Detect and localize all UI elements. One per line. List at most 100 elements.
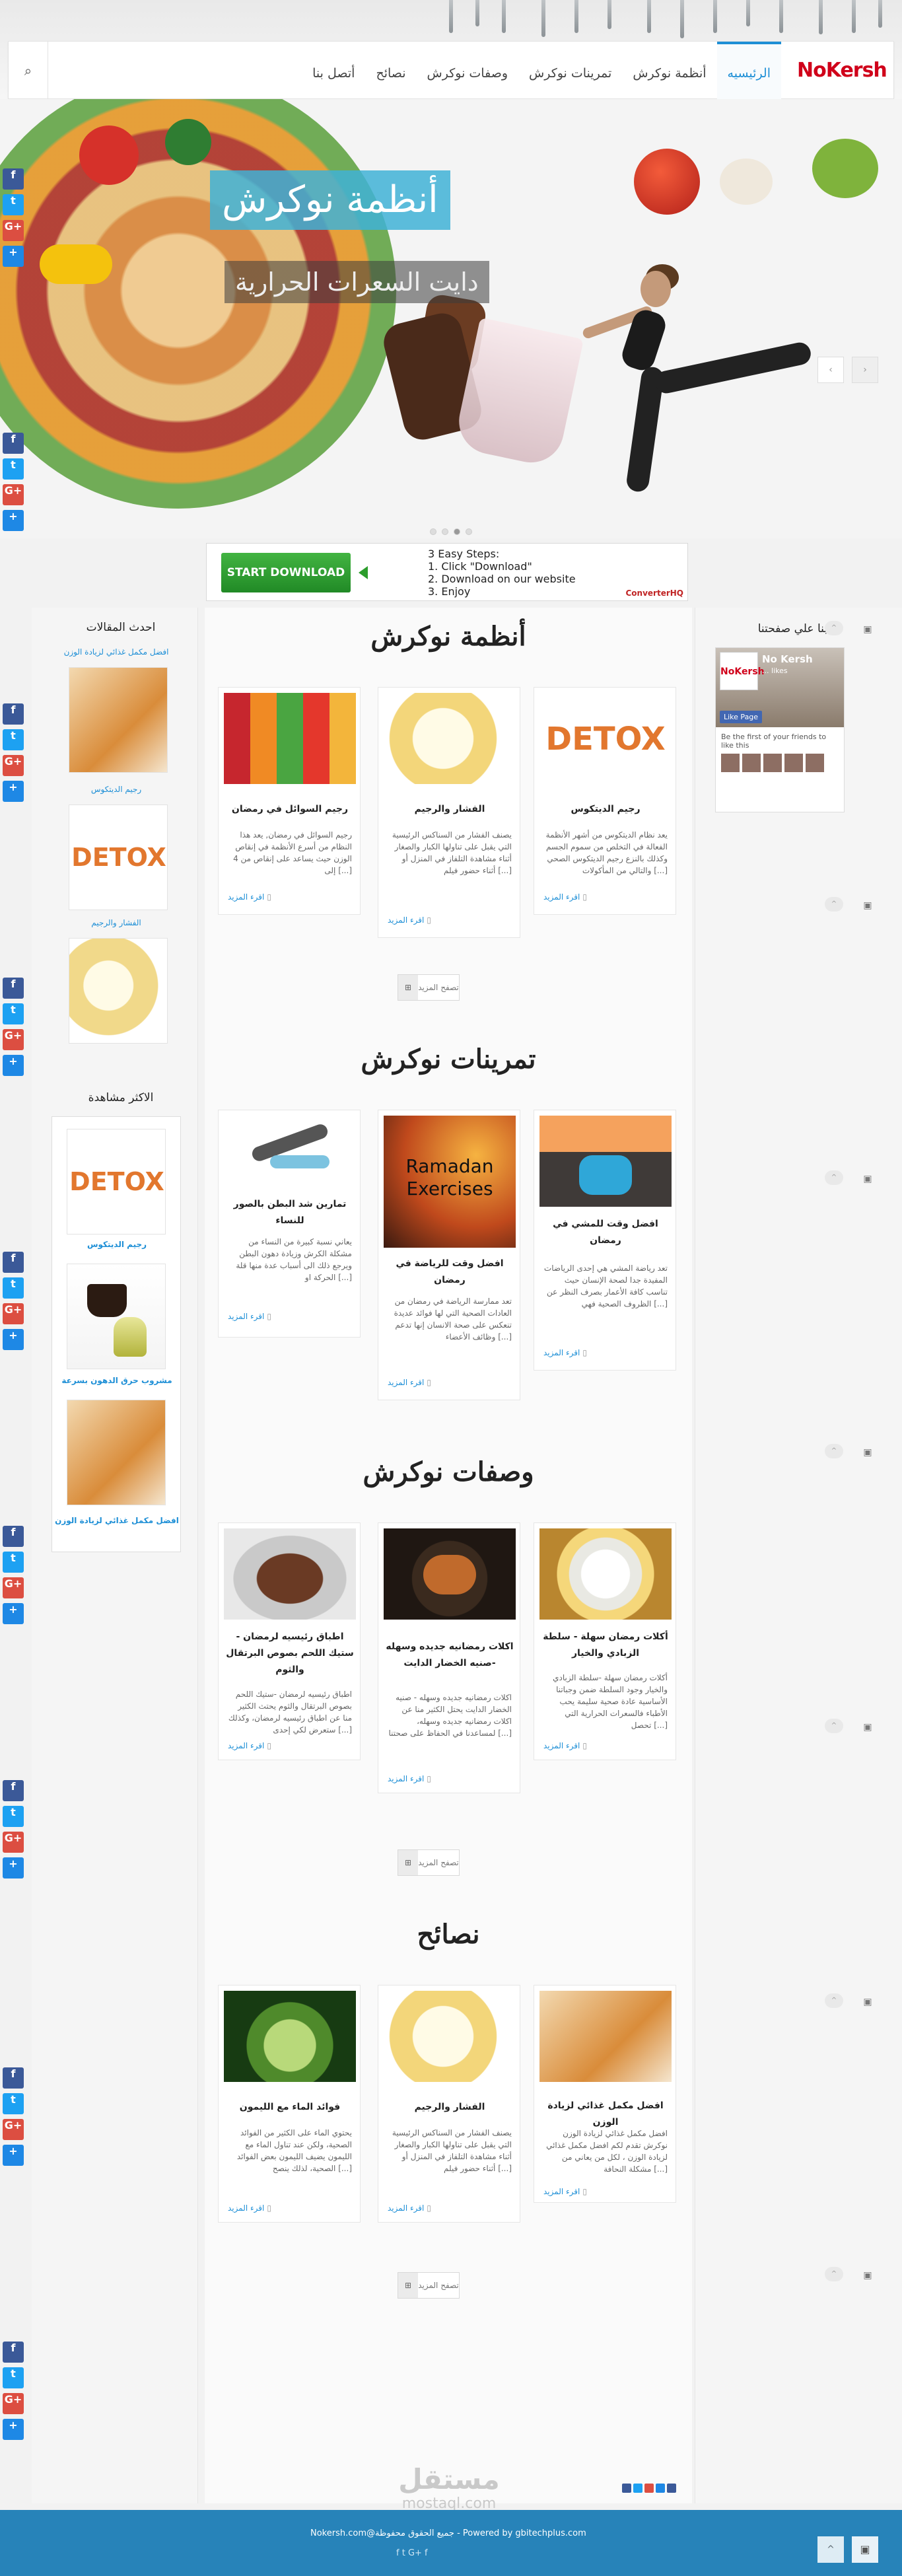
post-title[interactable]: أكلات رمضان سهلة - سلطة الزبادي والخيار <box>541 1629 670 1662</box>
post-title[interactable]: الفشار والرجيم <box>385 2099 514 2116</box>
start-download-button[interactable]: START DOWNLOAD <box>221 553 351 592</box>
facebook-share-button[interactable]: f <box>3 978 24 999</box>
slider-next-button[interactable]: › <box>852 357 878 383</box>
add-share-button[interactable]: + <box>3 1857 24 1878</box>
widget-options-icon[interactable]: ▣ <box>859 1720 876 1735</box>
facebook-share-button[interactable]: f <box>3 1526 24 1547</box>
load-more-button[interactable]: ⊞ تصفح المزيد <box>398 1849 460 1876</box>
post-card[interactable]: Ramadan Exercises افضل وقت للرياضة في رم… <box>378 1110 520 1400</box>
slider-dot[interactable] <box>442 528 448 535</box>
facebook-share-button[interactable]: f <box>3 433 24 454</box>
read-more-link[interactable]: اقرء المزيد ▯ <box>228 892 271 902</box>
add-share-button[interactable]: + <box>3 246 24 267</box>
twitter-icon[interactable] <box>633 2484 642 2493</box>
footer-social-links[interactable]: f t G+ f <box>396 2548 428 2558</box>
add-share-button[interactable]: + <box>3 2419 24 2440</box>
facebook-share-button[interactable]: f <box>3 1252 24 1273</box>
add-share-button[interactable]: + <box>3 2145 24 2166</box>
recent-post-link[interactable]: افضل مكمل غذائي لزيادة الوزن <box>52 647 181 657</box>
post-card[interactable]: فوائد الماء مع الليمون يحتوي الماء على ا… <box>218 1985 361 2223</box>
post-title[interactable]: اطباق رئيسيه لرمضان - ستيك اللحم بصوص ال… <box>225 1629 355 1678</box>
twitter-share-button[interactable]: t <box>3 2367 24 2388</box>
google-plus-icon[interactable] <box>644 2484 654 2493</box>
widget-toggle[interactable]: ^ <box>825 1993 843 2008</box>
post-title[interactable]: رجيم الديتكوس <box>541 801 670 818</box>
post-card[interactable]: افضل وقت للمشي في رمضان تعد رياضة المشي … <box>534 1110 676 1371</box>
read-more-link[interactable]: اقرء المزيد ▯ <box>228 2203 271 2213</box>
widget-toggle[interactable]: ^ <box>825 2267 843 2281</box>
read-more-link[interactable]: اقرء المزيد ▯ <box>543 892 587 902</box>
site-logo[interactable]: NoKersh <box>797 54 887 88</box>
twitter-share-button[interactable]: t <box>3 2093 24 2114</box>
recent-post-thumb[interactable] <box>69 938 168 1044</box>
post-title[interactable]: رجيم السوائل في رمضان <box>225 801 355 818</box>
most-viewed-link[interactable]: رجيم الديتكوس <box>52 1240 182 1249</box>
google-share-button[interactable]: G+ <box>3 1832 24 1853</box>
twitter-share-button[interactable]: t <box>3 1806 24 1827</box>
nav-tips[interactable]: نصائح <box>365 42 416 100</box>
post-title[interactable]: اكلات رمضانيه جديده وسهله -صنيه الخضار ا… <box>385 1639 514 1672</box>
add-share-button[interactable]: + <box>3 1329 24 1350</box>
post-title[interactable]: الفشار والرجيم <box>385 801 514 818</box>
nav-exercises[interactable]: تمرينات نوكرش <box>518 42 622 100</box>
facebook-share-button[interactable]: f <box>3 168 24 190</box>
read-more-link[interactable]: اقرء المزيد ▯ <box>388 1378 431 1387</box>
widget-toggle[interactable]: ^ <box>825 1444 843 1458</box>
facebook-like-button[interactable]: Like Page <box>720 711 763 723</box>
nav-contact[interactable]: أتصل بنا <box>302 42 365 100</box>
post-card[interactable]: الفشار والرجيم يصنف الفشار من السناكس ال… <box>378 687 520 938</box>
post-title[interactable]: افضل وقت للمشي في رمضان <box>541 1216 670 1249</box>
most-viewed-link[interactable]: مشروب حرق الدهون بسرعة <box>52 1376 182 1385</box>
recent-post-link[interactable]: الفشار والرجيم <box>52 918 181 927</box>
widget-toggle[interactable]: ^ <box>825 1170 843 1185</box>
widget-toggle[interactable]: ^ <box>825 621 843 635</box>
post-title[interactable]: افضل وقت للرياضة في رمضان <box>385 1256 514 1289</box>
load-more-button[interactable]: ⊞ تصفح المزيد <box>398 974 460 1001</box>
post-title[interactable]: افضل مكمل غذائي لزيادة الوزن <box>541 2098 670 2131</box>
widget-options-icon[interactable]: ▣ <box>859 622 876 637</box>
twitter-share-button[interactable]: t <box>3 729 24 750</box>
search-button[interactable]: ⌕ <box>9 42 48 100</box>
post-card[interactable]: اكلات رمضانيه جديده وسهله -صنيه الخضار ا… <box>378 1522 520 1793</box>
post-card[interactable]: افضل مكمل غذائي لزيادة الوزن افضل مكمل غ… <box>534 1985 676 2203</box>
twitter-share-button[interactable]: t <box>3 1277 24 1299</box>
nav-systems[interactable]: أنظمة نوكرش <box>622 42 716 100</box>
google-share-button[interactable]: G+ <box>3 1303 24 1324</box>
share-icon[interactable] <box>656 2484 665 2493</box>
recent-post-thumb[interactable]: DETOX <box>69 805 168 910</box>
read-more-link[interactable]: اقرء المزيد ▯ <box>388 915 431 925</box>
twitter-share-button[interactable]: t <box>3 1552 24 1573</box>
twitter-share-button[interactable]: t <box>3 458 24 480</box>
widget-options-icon[interactable]: ▣ <box>859 1172 876 1186</box>
post-title[interactable]: فوائد الماء مع الليمون <box>225 2099 355 2116</box>
nav-recipes[interactable]: وصفات نوكرش <box>417 42 518 100</box>
slider-prev-button[interactable]: ‹ <box>817 357 844 383</box>
most-viewed-thumb[interactable] <box>67 1400 166 1505</box>
facebook-icon[interactable] <box>667 2484 676 2493</box>
add-share-button[interactable]: + <box>3 510 24 531</box>
nav-home[interactable]: الرئيسيه <box>716 42 781 100</box>
facebook-share-button[interactable]: f <box>3 1780 24 1801</box>
read-more-link[interactable]: اقرء المزيد ▯ <box>543 2187 587 2196</box>
facebook-page-widget[interactable]: NoKersh No Kersh ... likes Like Page Be … <box>715 647 845 812</box>
read-more-link[interactable]: اقرء المزيد ▯ <box>543 1348 587 1357</box>
slider-dot[interactable] <box>430 528 436 535</box>
google-share-button[interactable]: G+ <box>3 1577 24 1598</box>
slider-dot-active[interactable] <box>454 528 460 535</box>
widget-toggle[interactable]: ^ <box>825 1719 843 1733</box>
widget-options-icon[interactable]: ▣ <box>859 898 876 913</box>
post-card[interactable]: تمارين شد البطن بالصور للنساء يعاني نسبة… <box>218 1110 361 1338</box>
post-card[interactable]: أكلات رمضان سهلة - سلطة الزبادي والخيار … <box>534 1522 676 1760</box>
post-card[interactable]: الفشار والرجيم يصنف الفشار من السناكس ال… <box>378 1985 520 2223</box>
widget-options-icon[interactable]: ▣ <box>859 2268 876 2283</box>
widget-options-icon[interactable]: ▣ <box>859 1995 876 2009</box>
ad-banner[interactable]: START DOWNLOAD 3 Easy Steps: 1. Click "D… <box>206 543 688 601</box>
widget-toggle[interactable]: ^ <box>825 897 843 912</box>
google-share-button[interactable]: G+ <box>3 220 24 241</box>
recent-post-thumb[interactable] <box>69 667 168 773</box>
most-viewed-thumb[interactable] <box>67 1264 166 1369</box>
read-more-link[interactable]: اقرء المزيد ▯ <box>228 1741 271 1750</box>
widget-options-icon[interactable]: ▣ <box>859 1445 876 1460</box>
twitter-share-button[interactable]: t <box>3 194 24 215</box>
google-share-button[interactable]: G+ <box>3 1029 24 1050</box>
